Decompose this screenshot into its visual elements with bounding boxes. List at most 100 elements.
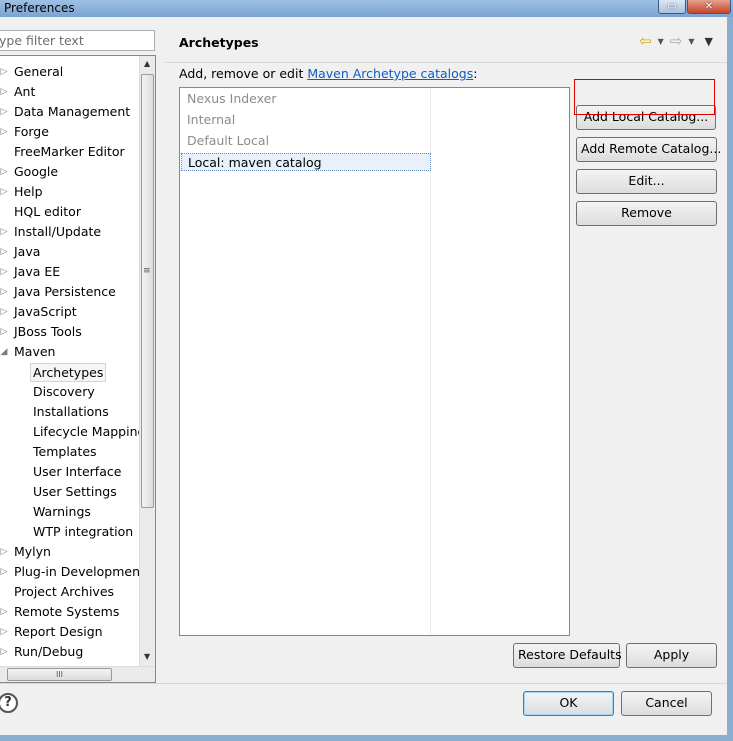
- tree-item[interactable]: User Interface: [0, 462, 139, 482]
- preferences-dialog: ype filter text ▷ General ▷ Ant ▷ Data Manage…: [0, 17, 727, 735]
- intro-text: Add, remove or edit Maven Archetype cata…: [179, 66, 477, 81]
- tree-item-label: Archetypes: [30, 363, 107, 382]
- tree-item[interactable]: ▷ Plug-in Development: [0, 562, 145, 582]
- tree-item[interactable]: Project Archives: [0, 582, 139, 602]
- page-header: Archetypes ⇦ ▼ ⇨ ▼ ▼: [165, 17, 727, 63]
- tree-item[interactable]: ▷ Run/Debug: [0, 642, 139, 662]
- tree-item[interactable]: FreeMarker Editor: [0, 142, 139, 162]
- tree-item[interactable]: Templates: [0, 442, 139, 462]
- tree-item-label: Lifecycle Mapping: [33, 424, 146, 439]
- ok-button[interactable]: OK: [523, 691, 614, 716]
- tree-item-label: Java Persistence: [14, 284, 116, 299]
- expand-arrow-icon[interactable]: ▷: [0, 82, 9, 102]
- scroll-down-icon[interactable]: ▼: [144, 652, 150, 661]
- tree-item[interactable]: Archetypes: [0, 362, 139, 382]
- tree-item[interactable]: ▷ Java EE: [0, 262, 139, 282]
- tree-item[interactable]: WTP integration: [0, 522, 139, 542]
- page-title: Archetypes: [179, 35, 259, 50]
- expand-arrow-icon[interactable]: ▷: [0, 262, 9, 282]
- expand-arrow-icon[interactable]: ▷: [0, 182, 9, 202]
- filter-input[interactable]: ype filter text: [0, 30, 155, 51]
- tree-item-label: Installations: [33, 404, 109, 419]
- preferences-tree: ▷ General ▷ Ant ▷ Data Management ▷ Forge FreeMa…: [0, 55, 156, 683]
- tree-item-label: Plug-in Development: [14, 564, 145, 579]
- catalog-item[interactable]: Nexus Indexer: [187, 90, 276, 108]
- forward-dropdown-icon[interactable]: ▼: [688, 37, 694, 46]
- maximize-button[interactable]: ▭: [658, 0, 686, 14]
- hscroll-thumb[interactable]: III: [7, 668, 112, 681]
- add-remote-catalog-button[interactable]: Add Remote Catalog...: [576, 137, 721, 162]
- tree-item[interactable]: ◢ Maven: [0, 342, 139, 362]
- edit-button[interactable]: Edit...: [576, 169, 717, 194]
- tree-item[interactable]: ▷ JavaScript: [0, 302, 139, 322]
- tree-item-label: Remote Systems: [14, 604, 120, 619]
- expand-arrow-icon[interactable]: ▷: [0, 642, 9, 662]
- tree-item[interactable]: ▷ Ant: [0, 82, 139, 102]
- tree-item[interactable]: ▷ Data Management: [0, 102, 139, 122]
- tree-item[interactable]: Lifecycle Mapping: [0, 422, 145, 442]
- expand-arrow-icon[interactable]: ▷: [0, 102, 9, 122]
- tree-item[interactable]: ▷ Forge: [0, 122, 139, 142]
- tree-item[interactable]: ▷ Java: [0, 242, 139, 262]
- forward-arrow-icon[interactable]: ⇨: [670, 32, 683, 50]
- expand-arrow-icon[interactable]: ▷: [0, 602, 9, 622]
- expand-arrow-icon[interactable]: ▷: [0, 622, 9, 642]
- apply-button[interactable]: Apply: [626, 643, 717, 668]
- help-icon[interactable]: ?: [0, 693, 18, 713]
- window-frame-bottom: [0, 735, 733, 741]
- tree-item-label: Warnings: [33, 504, 91, 519]
- tree-item[interactable]: Warnings: [0, 502, 139, 522]
- expand-arrow-icon[interactable]: ◢: [0, 342, 9, 362]
- expand-arrow-icon[interactable]: ▷: [0, 302, 9, 322]
- tree-item[interactable]: Discovery: [0, 382, 139, 402]
- tree-item[interactable]: ▷ JBoss Tools: [0, 322, 139, 342]
- expand-arrow-icon[interactable]: ▷: [0, 222, 9, 242]
- view-menu-icon[interactable]: ▼: [705, 35, 713, 48]
- expand-arrow-icon[interactable]: ▷: [0, 62, 9, 82]
- expand-arrow-icon[interactable]: ▷: [0, 282, 9, 302]
- tree-item-label: Mylyn: [14, 544, 51, 559]
- tree-vertical-scrollbar[interactable]: ▲ ≡ ▼: [139, 56, 155, 666]
- expand-arrow-icon[interactable]: ▷: [0, 562, 9, 582]
- remove-button[interactable]: Remove: [576, 201, 717, 226]
- tree-item[interactable]: ▷ Mylyn: [0, 542, 139, 562]
- archetypes-page: Archetypes ⇦ ▼ ⇨ ▼ ▼ Add, remove or edit…: [165, 17, 727, 683]
- expand-arrow-icon[interactable]: ▷: [0, 542, 9, 562]
- tree-item-label: Templates: [33, 444, 97, 459]
- expand-arrow-icon[interactable]: ▷: [0, 322, 9, 342]
- cancel-button[interactable]: Cancel: [621, 691, 712, 716]
- tree-item-label: Forge: [14, 124, 49, 139]
- archetype-catalogs-link[interactable]: Maven Archetype catalogs: [307, 66, 473, 81]
- footer-separator: [0, 683, 727, 684]
- tree-item-label: HQL editor: [14, 204, 81, 219]
- tree-item[interactable]: ▷ Help: [0, 182, 139, 202]
- expand-arrow-icon[interactable]: ▷: [0, 242, 9, 262]
- restore-defaults-button[interactable]: Restore Defaults: [513, 643, 622, 668]
- tree-item[interactable]: Installations: [0, 402, 139, 422]
- tree-item-label: User Settings: [33, 484, 117, 499]
- catalog-item[interactable]: Internal: [187, 111, 235, 129]
- tree-item-label: Discovery: [33, 384, 95, 399]
- scroll-up-icon[interactable]: ▲: [144, 59, 150, 68]
- tree-item[interactable]: ▷ Java Persistence: [0, 282, 139, 302]
- expand-arrow-icon[interactable]: ▷: [0, 162, 9, 182]
- tree-item[interactable]: User Settings: [0, 482, 139, 502]
- tree-item-label: JBoss Tools: [14, 324, 82, 339]
- tree-item[interactable]: ▷ Remote Systems: [0, 602, 139, 622]
- tree-item[interactable]: ▷ Google: [0, 162, 139, 182]
- tree-horizontal-scrollbar[interactable]: III: [0, 666, 155, 682]
- tree-item-label: Google: [14, 164, 59, 179]
- back-arrow-icon[interactable]: ⇦: [639, 32, 652, 50]
- tree-item[interactable]: ▷ Report Design: [0, 622, 139, 642]
- tree-item[interactable]: ▷ General: [0, 62, 139, 82]
- tree-item[interactable]: HQL editor: [0, 202, 139, 222]
- back-dropdown-icon[interactable]: ▼: [658, 37, 664, 46]
- catalog-item[interactable]: Default Local: [187, 132, 269, 150]
- expand-arrow-icon[interactable]: ▷: [0, 122, 9, 142]
- scroll-thumb[interactable]: [141, 74, 154, 508]
- tree-item[interactable]: ▷ Install/Update: [0, 222, 139, 242]
- close-window-button[interactable]: ✕: [687, 0, 731, 14]
- catalog-item[interactable]: Local: maven catalog: [181, 153, 431, 171]
- window-frame-right: [727, 17, 733, 741]
- scroll-grip-icon: ≡: [143, 266, 151, 276]
